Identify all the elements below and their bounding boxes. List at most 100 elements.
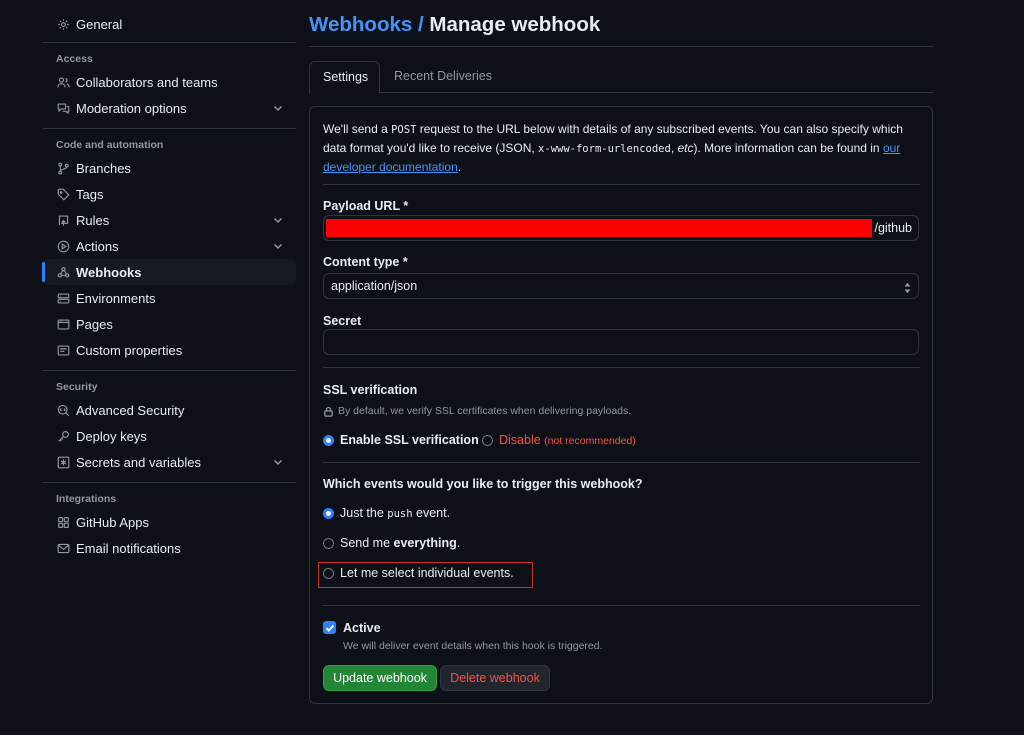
code-format: x-www-form-urlencoded: [538, 143, 671, 155]
sidebar-item-label: GitHub Apps: [76, 514, 149, 530]
sidebar-item-tags[interactable]: Tags: [43, 181, 296, 207]
sidebar-item-webhooks[interactable]: Webhooks: [42, 259, 296, 285]
payload-url-input[interactable]: /github: [323, 215, 919, 241]
page-title: Webhooks / Manage webhook: [309, 13, 600, 37]
sidebar-item-advanced-security[interactable]: Advanced Security: [43, 397, 296, 423]
tab-recent-deliveries[interactable]: Recent Deliveries: [381, 61, 505, 93]
key-asterisk-icon: [56, 455, 70, 469]
ssl-disable-radio[interactable]: Disable (not recommended): [482, 433, 636, 447]
active-help: We will deliver event details when this …: [343, 640, 603, 652]
divider: [309, 46, 933, 47]
sidebar-item-label: Webhooks: [76, 264, 142, 280]
sidebar-item-pages[interactable]: Pages: [43, 311, 296, 337]
note-icon: [56, 343, 70, 357]
sidebar-item-label: Pages: [76, 316, 113, 332]
radio-dot: [323, 537, 334, 549]
sidebar-item-moderation[interactable]: Moderation options: [43, 95, 296, 121]
webhook-icon: [56, 265, 70, 279]
payload-url-label: Payload URL *: [323, 199, 409, 213]
sidebar-item-actions[interactable]: Actions: [43, 233, 296, 259]
key-icon: [56, 429, 70, 443]
chevron-down-icon[interactable]: [272, 102, 284, 114]
content-type-value: application/json: [331, 279, 418, 293]
radio-dot: [482, 434, 493, 446]
sidebar-item-collaborators[interactable]: Collaborators and teams: [43, 69, 296, 95]
secret-input[interactable]: [323, 329, 919, 355]
radio-dot: [323, 507, 334, 519]
divider: [43, 482, 296, 483]
sidebar-item-label: Deploy keys: [76, 428, 147, 444]
sidebar-item-label: Rules: [76, 212, 110, 228]
browser-icon: [56, 317, 70, 331]
divider: [43, 128, 296, 129]
gear-icon: [56, 17, 70, 31]
events-label: Which events would you like to trigger t…: [323, 477, 643, 491]
tab-settings[interactable]: Settings: [309, 61, 380, 94]
sidebar-item-email-notifications[interactable]: Email notifications: [43, 535, 296, 561]
payload-url-suffix: /github: [874, 221, 912, 235]
sidebar-item-label: Custom properties: [76, 342, 183, 358]
event-everything-radio[interactable]: Send me everything.: [323, 536, 460, 550]
sidebar-item-label: Advanced Security: [76, 402, 185, 418]
check-icon: [325, 624, 334, 632]
secret-label: Secret: [323, 314, 362, 328]
sidebar-item-label: Moderation options: [76, 100, 187, 116]
mail-icon: [56, 541, 70, 555]
sidebar-item-github-apps[interactable]: GitHub Apps: [43, 509, 296, 535]
settings-sidebar: General Access Collaborators and teams M…: [42, 10, 296, 561]
breadcrumb-separator: /: [417, 13, 424, 36]
ssl-enable-radio[interactable]: Enable SSL verification: [323, 433, 479, 447]
section-heading-integrations: Integrations: [56, 493, 117, 505]
section-heading-security: Security: [56, 381, 98, 393]
tag-icon: [56, 187, 70, 201]
delete-webhook-button[interactable]: Delete webhook: [440, 665, 550, 691]
breadcrumb-webhooks[interactable]: Webhooks: [309, 13, 412, 36]
sidebar-item-custom-properties[interactable]: Custom properties: [43, 337, 296, 363]
divider: [323, 184, 920, 185]
section-heading-access: Access: [56, 53, 93, 65]
radio-dot: [323, 567, 334, 579]
sidebar-item-branches[interactable]: Branches: [43, 155, 296, 181]
sidebar-item-label: General: [76, 16, 123, 32]
redacted-url: [326, 219, 872, 237]
active-checkbox[interactable]: [323, 621, 336, 634]
code-post: POST: [391, 124, 417, 136]
divider: [323, 367, 920, 368]
sidebar-item-label: Collaborators and teams: [76, 74, 218, 90]
event-select-individual-radio[interactable]: Let me select individual events.: [323, 566, 514, 580]
chevron-down-icon[interactable]: [272, 214, 284, 226]
lock-icon: [324, 406, 333, 417]
people-icon: [56, 75, 70, 89]
chevron-down-icon[interactable]: [272, 240, 284, 252]
section-heading-code-automation: Code and automation: [56, 139, 164, 151]
select-arrows-icon: [903, 279, 912, 293]
content-type-select[interactable]: application/json: [323, 273, 919, 299]
sidebar-item-deploy-keys[interactable]: Deploy keys: [43, 423, 296, 449]
divider: [43, 370, 296, 371]
sidebar-item-label: Tags: [76, 186, 104, 202]
ssl-verification-label: SSL verification: [323, 383, 418, 397]
repo-push-icon: [56, 213, 70, 227]
chevron-down-icon[interactable]: [272, 456, 284, 468]
event-push-radio[interactable]: Just the push event.: [323, 506, 450, 520]
radio-dot: [323, 434, 334, 446]
sidebar-item-label: Actions: [76, 238, 119, 254]
sidebar-item-general[interactable]: General: [43, 11, 296, 37]
sidebar-item-label: Secrets and variables: [76, 454, 202, 470]
divider: [323, 605, 920, 606]
webhook-settings-panel: We'll send a POST request to the URL bel…: [309, 106, 933, 704]
sidebar-item-label: Email notifications: [76, 540, 181, 556]
active-label: Active: [343, 621, 381, 635]
ssl-help: By default, we verify SSL certificates w…: [323, 405, 631, 417]
play-icon: [56, 239, 70, 253]
sidebar-item-label: Branches: [76, 160, 131, 176]
update-webhook-button[interactable]: Update webhook: [323, 665, 437, 691]
sidebar-item-secrets-variables[interactable]: Secrets and variables: [43, 449, 296, 475]
tab-bar: Settings Recent Deliveries: [309, 61, 933, 94]
divider: [43, 42, 296, 43]
sidebar-item-label: Environments: [76, 290, 156, 306]
content-type-label: Content type *: [323, 255, 408, 269]
sidebar-item-environments[interactable]: Environments: [43, 285, 296, 311]
apps-icon: [56, 515, 70, 529]
sidebar-item-rules[interactable]: Rules: [43, 207, 296, 233]
